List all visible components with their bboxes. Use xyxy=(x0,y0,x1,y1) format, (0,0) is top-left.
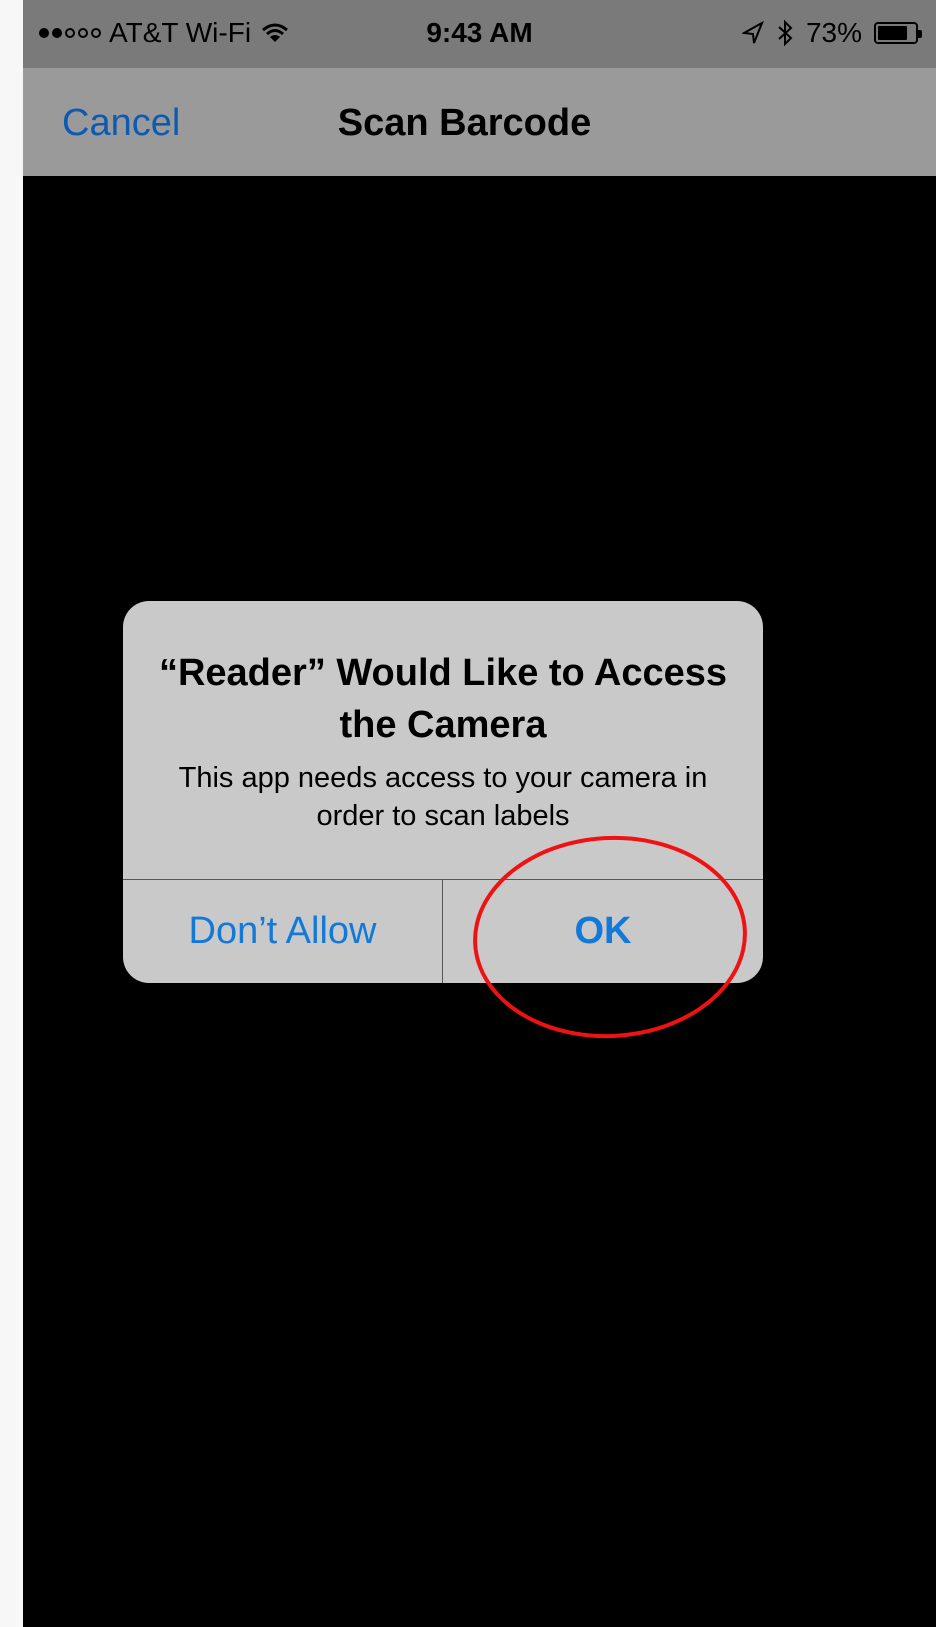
bluetooth-icon xyxy=(778,19,793,47)
status-bar: AT&T Wi-Fi 9:43 AM 73% xyxy=(23,0,936,68)
dont-allow-button[interactable]: Don’t Allow xyxy=(123,880,442,983)
battery-percentage: 73% xyxy=(805,17,862,48)
status-right-group: 73% xyxy=(741,16,922,50)
ok-button[interactable]: OK xyxy=(443,880,763,983)
location-icon xyxy=(741,20,764,44)
navigation-bar: Cancel Scan Barcode xyxy=(23,68,936,176)
alert-title: “Reader” Would Like to Access the Camera xyxy=(158,652,728,746)
page-title: Scan Barcode xyxy=(337,102,592,144)
alert-message: This app needs access to your camera in … xyxy=(178,762,708,832)
battery-level xyxy=(878,26,908,40)
battery-cap xyxy=(918,30,922,38)
battery-icon xyxy=(874,22,922,44)
camera-permission-alert: “Reader” Would Like to Access the Camera… xyxy=(123,601,763,983)
